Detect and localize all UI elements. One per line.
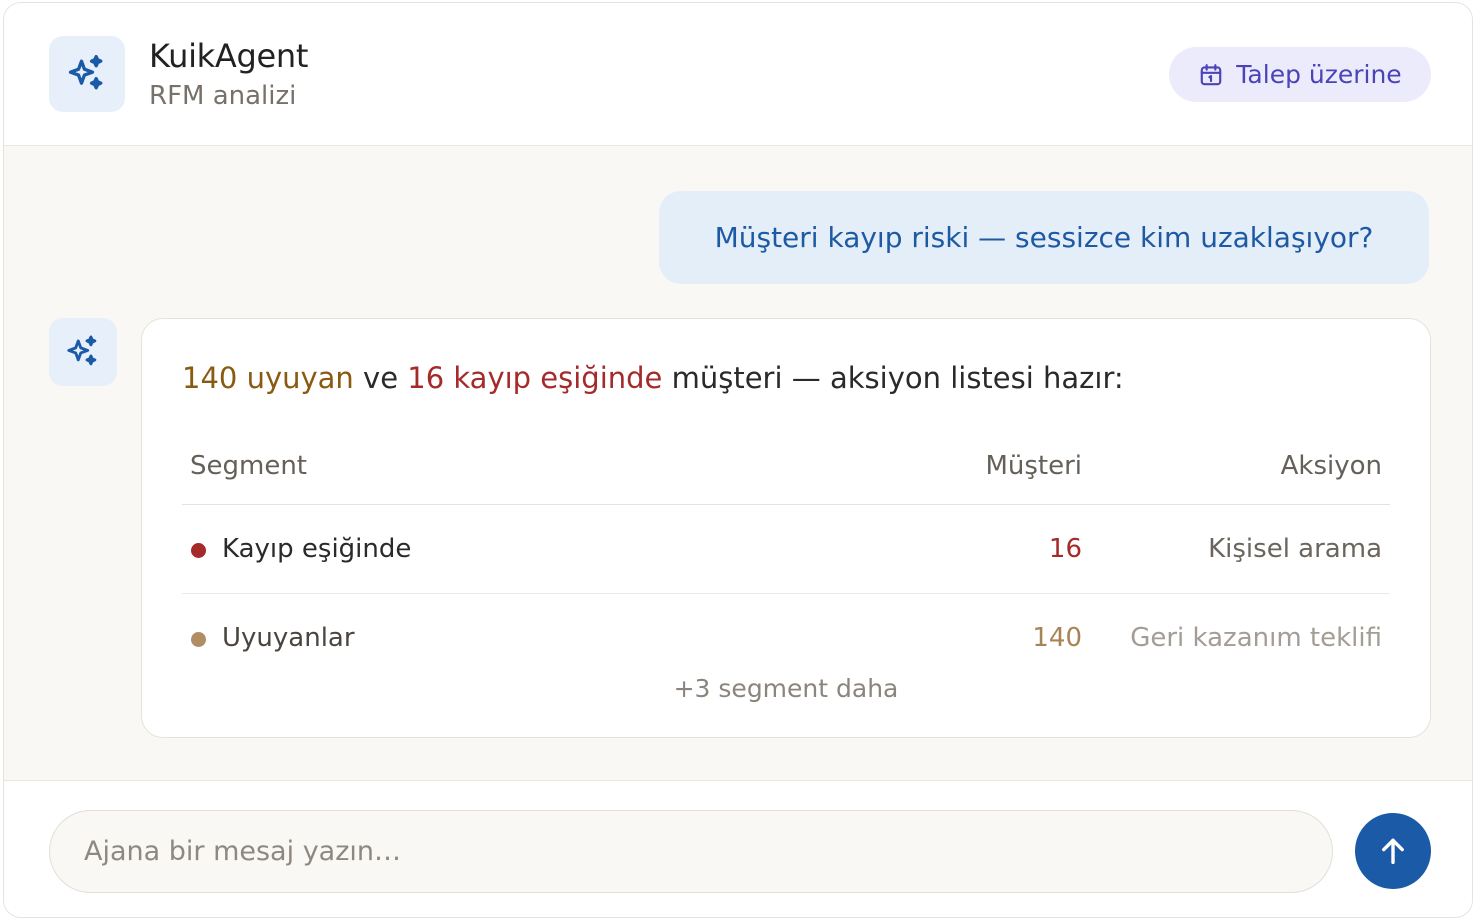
sparkles-icon [64,333,102,371]
column-header-count: Müşteri [985,451,1082,481]
segment-name: Kayıp eşiğinde [222,534,412,564]
chat-window: KuikAgent RFM analizi Talep üzerine Müşt… [3,2,1473,918]
table-header: Segment Müşteri Aksiyon [182,427,1390,505]
segment-table: Segment Müşteri Aksiyon Kayıp eşiğinde 1… [182,427,1390,683]
summary-connector: ve [353,361,408,395]
more-segments-link[interactable]: +3 segment daha [142,674,1430,703]
message-input[interactable] [49,810,1333,893]
dormant-highlight: 140 uyuyan [182,361,354,395]
status-dot [191,632,206,647]
sparkles-icon [49,36,125,112]
header: KuikAgent RFM analizi Talep üzerine [4,3,1472,146]
arrow-up-icon [1376,834,1410,868]
customer-count: 140 [1032,623,1082,653]
app-title: KuikAgent [149,37,309,75]
customer-count: 16 [1048,534,1082,564]
composer [4,780,1472,917]
chat-area: Müşteri kayıp riski — sessizce kim uzakl… [4,146,1472,780]
mode-label: Talep üzerine [1236,60,1402,89]
table-row: Uyuyanlar 140 Geri kazanım teklifi [182,594,1390,683]
send-button[interactable] [1355,813,1431,889]
app-subtitle: RFM analizi [149,81,297,111]
summary-rest: müşteri — aksiyon listesi hazır: [662,361,1124,395]
segment-name: Uyuyanlar [222,623,355,653]
mode-button[interactable]: Talep üzerine [1169,47,1431,102]
status-dot [191,543,206,558]
agent-summary: 140 uyuyan ve 16 kayıp eşiğinde müşteri … [182,361,1124,395]
segment-action: Geri kazanım teklifi [1130,623,1382,653]
agent-avatar [49,318,117,386]
calendar-icon [1198,62,1224,88]
agent-message: 140 uyuyan ve 16 kayıp eşiğinde müşteri … [141,318,1431,738]
segment-action: Kişisel arama [1208,534,1382,564]
atrisk-highlight: 16 kayıp eşiğinde [407,361,663,395]
column-header-segment: Segment [190,451,307,481]
user-message: Müşteri kayıp riski — sessizce kim uzakl… [659,191,1429,284]
column-header-action: Aksiyon [1280,451,1382,481]
table-row: Kayıp eşiğinde 16 Kişisel arama [182,505,1390,594]
